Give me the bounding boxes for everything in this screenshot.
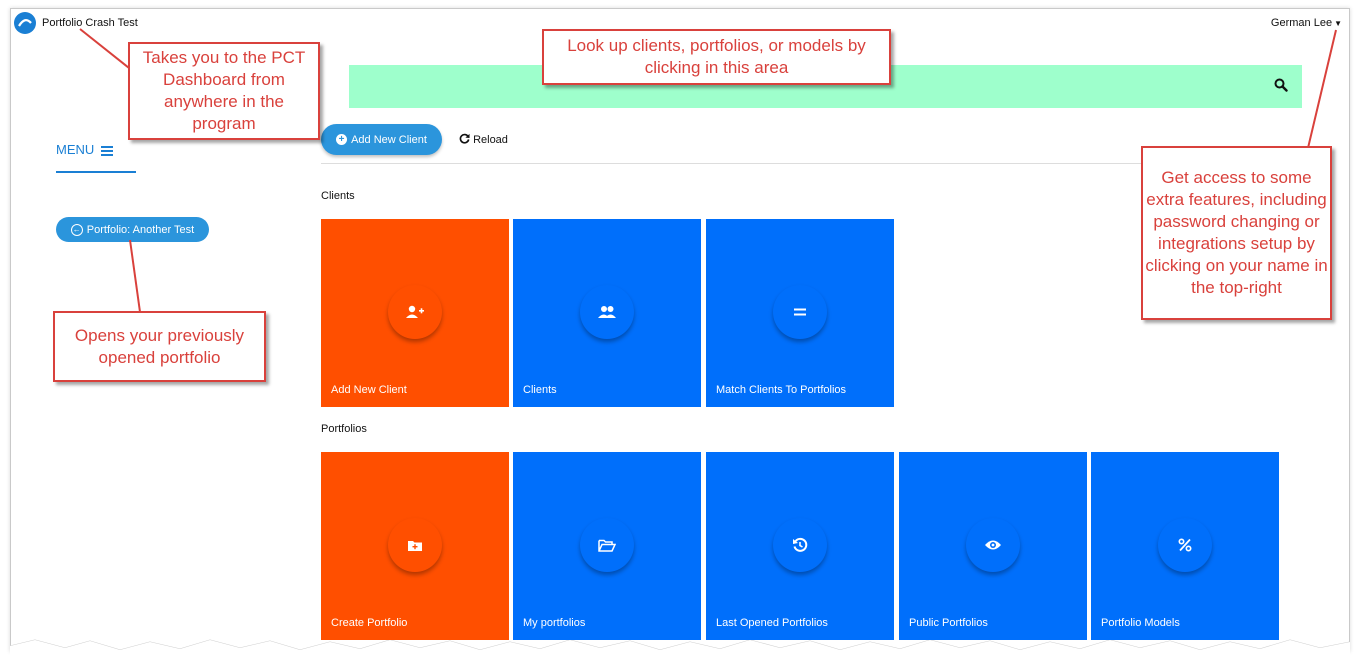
callout-dashboard-text: Takes you to the PCT Dashboard from anyw…: [142, 48, 306, 133]
callout-lookup-text: Look up clients, portfolios, or models b…: [567, 36, 866, 77]
callout-lookup: Look up clients, portfolios, or models b…: [542, 29, 891, 85]
callout-account: Get access to some extra features, inclu…: [1141, 146, 1332, 320]
callout-account-text: Get access to some extra features, inclu…: [1145, 168, 1328, 297]
callout-previous: Opens your previously opened portfolio: [53, 311, 266, 382]
callout-previous-text: Opens your previously opened portfolio: [74, 325, 245, 367]
callout-dashboard: Takes you to the PCT Dashboard from anyw…: [128, 42, 320, 140]
